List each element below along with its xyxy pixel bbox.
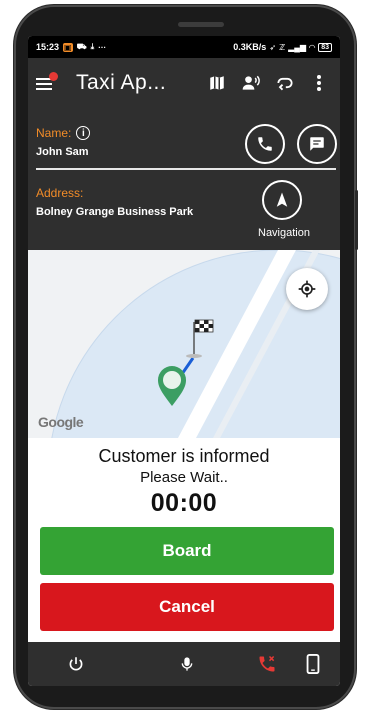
status-time: 15:23 [36,42,60,52]
phone-speaker [178,22,224,27]
app-title: Taxi Ap... [76,71,167,94]
google-logo: Google [38,414,84,430]
message-button[interactable] [297,124,337,164]
download-icon: ⤓ [90,42,95,51]
map-view[interactable]: Google [28,250,340,438]
phone-device-icon [306,654,320,674]
app-screen: 15:23 ▣ ⛟ ⤓ ··· 0.3KB/s ➶ ℤ ▂▄▆ ◠ 83 Tax… [28,36,340,686]
wait-timer: 00:00 [150,489,218,517]
route-button[interactable] [270,68,300,98]
car-icon: ⛟ [76,42,87,51]
mic-button[interactable] [175,652,199,676]
customer-address: Bolney Grange Business Park [36,206,194,218]
power-button[interactable] [64,652,88,676]
mic-icon [181,657,193,671]
wifi-icon: ◠ [309,42,316,52]
phone-icon [258,137,272,151]
power-icon [69,657,83,671]
phone-side-button [355,190,358,250]
more-vert-icon [317,75,321,91]
customer-address-row: Address: Bolney Grange Business Park Nav… [28,170,340,250]
name-label: Name: [36,126,72,140]
cancel-button[interactable]: Cancel [40,583,334,631]
chat-icon [310,137,324,151]
trip-status-section: Customer is informed Please Wait.. 00:00… [28,438,340,631]
notification-dot [49,72,58,81]
map-icon [210,76,224,90]
status-title: Customer is informed [98,446,270,466]
info-icon[interactable]: i [76,126,91,140]
mute-icon: ℤ [279,42,286,52]
customer-name-row: Name: i John Sam [28,108,340,170]
status-subtitle: Please Wait.. [140,469,228,486]
crosshair-icon [298,280,316,298]
network-speed: 0.3KB/s [233,42,267,52]
more-notifications-icon: ··· [98,42,107,52]
voice-button[interactable] [236,68,266,98]
navigation-label: Navigation [258,227,310,239]
more-button[interactable] [304,68,334,98]
location-icon: ➶ [269,42,277,52]
map-button[interactable] [202,68,232,98]
notification-icon: ▣ [63,42,73,52]
navigation-arrow-icon [276,192,288,207]
bottom-bar [28,642,340,686]
voice-icon [242,75,260,90]
customer-name: John Sam [36,146,89,158]
my-location-button[interactable] [286,268,328,310]
address-label: Address: [36,186,84,200]
menu-button[interactable] [36,72,58,91]
app-bar: Taxi Ap... [28,58,340,108]
board-button[interactable]: Board [40,527,334,575]
route-icon [277,77,293,91]
status-bar: 15:23 ▣ ⛟ ⤓ ··· 0.3KB/s ➶ ℤ ▂▄▆ ◠ 83 [28,36,340,58]
call-button[interactable] [245,124,285,164]
customer-panel: Name: i John Sam Address: Bolney Grange … [28,108,340,250]
signal-icon: ▂▄▆ [288,42,307,52]
battery-icon: 83 [318,42,332,52]
call-end-button[interactable] [255,652,279,676]
name-label-group: Name: i [36,126,91,140]
device-button[interactable] [301,652,325,676]
navigation-button[interactable] [262,180,302,220]
call-end-icon [259,655,275,672]
